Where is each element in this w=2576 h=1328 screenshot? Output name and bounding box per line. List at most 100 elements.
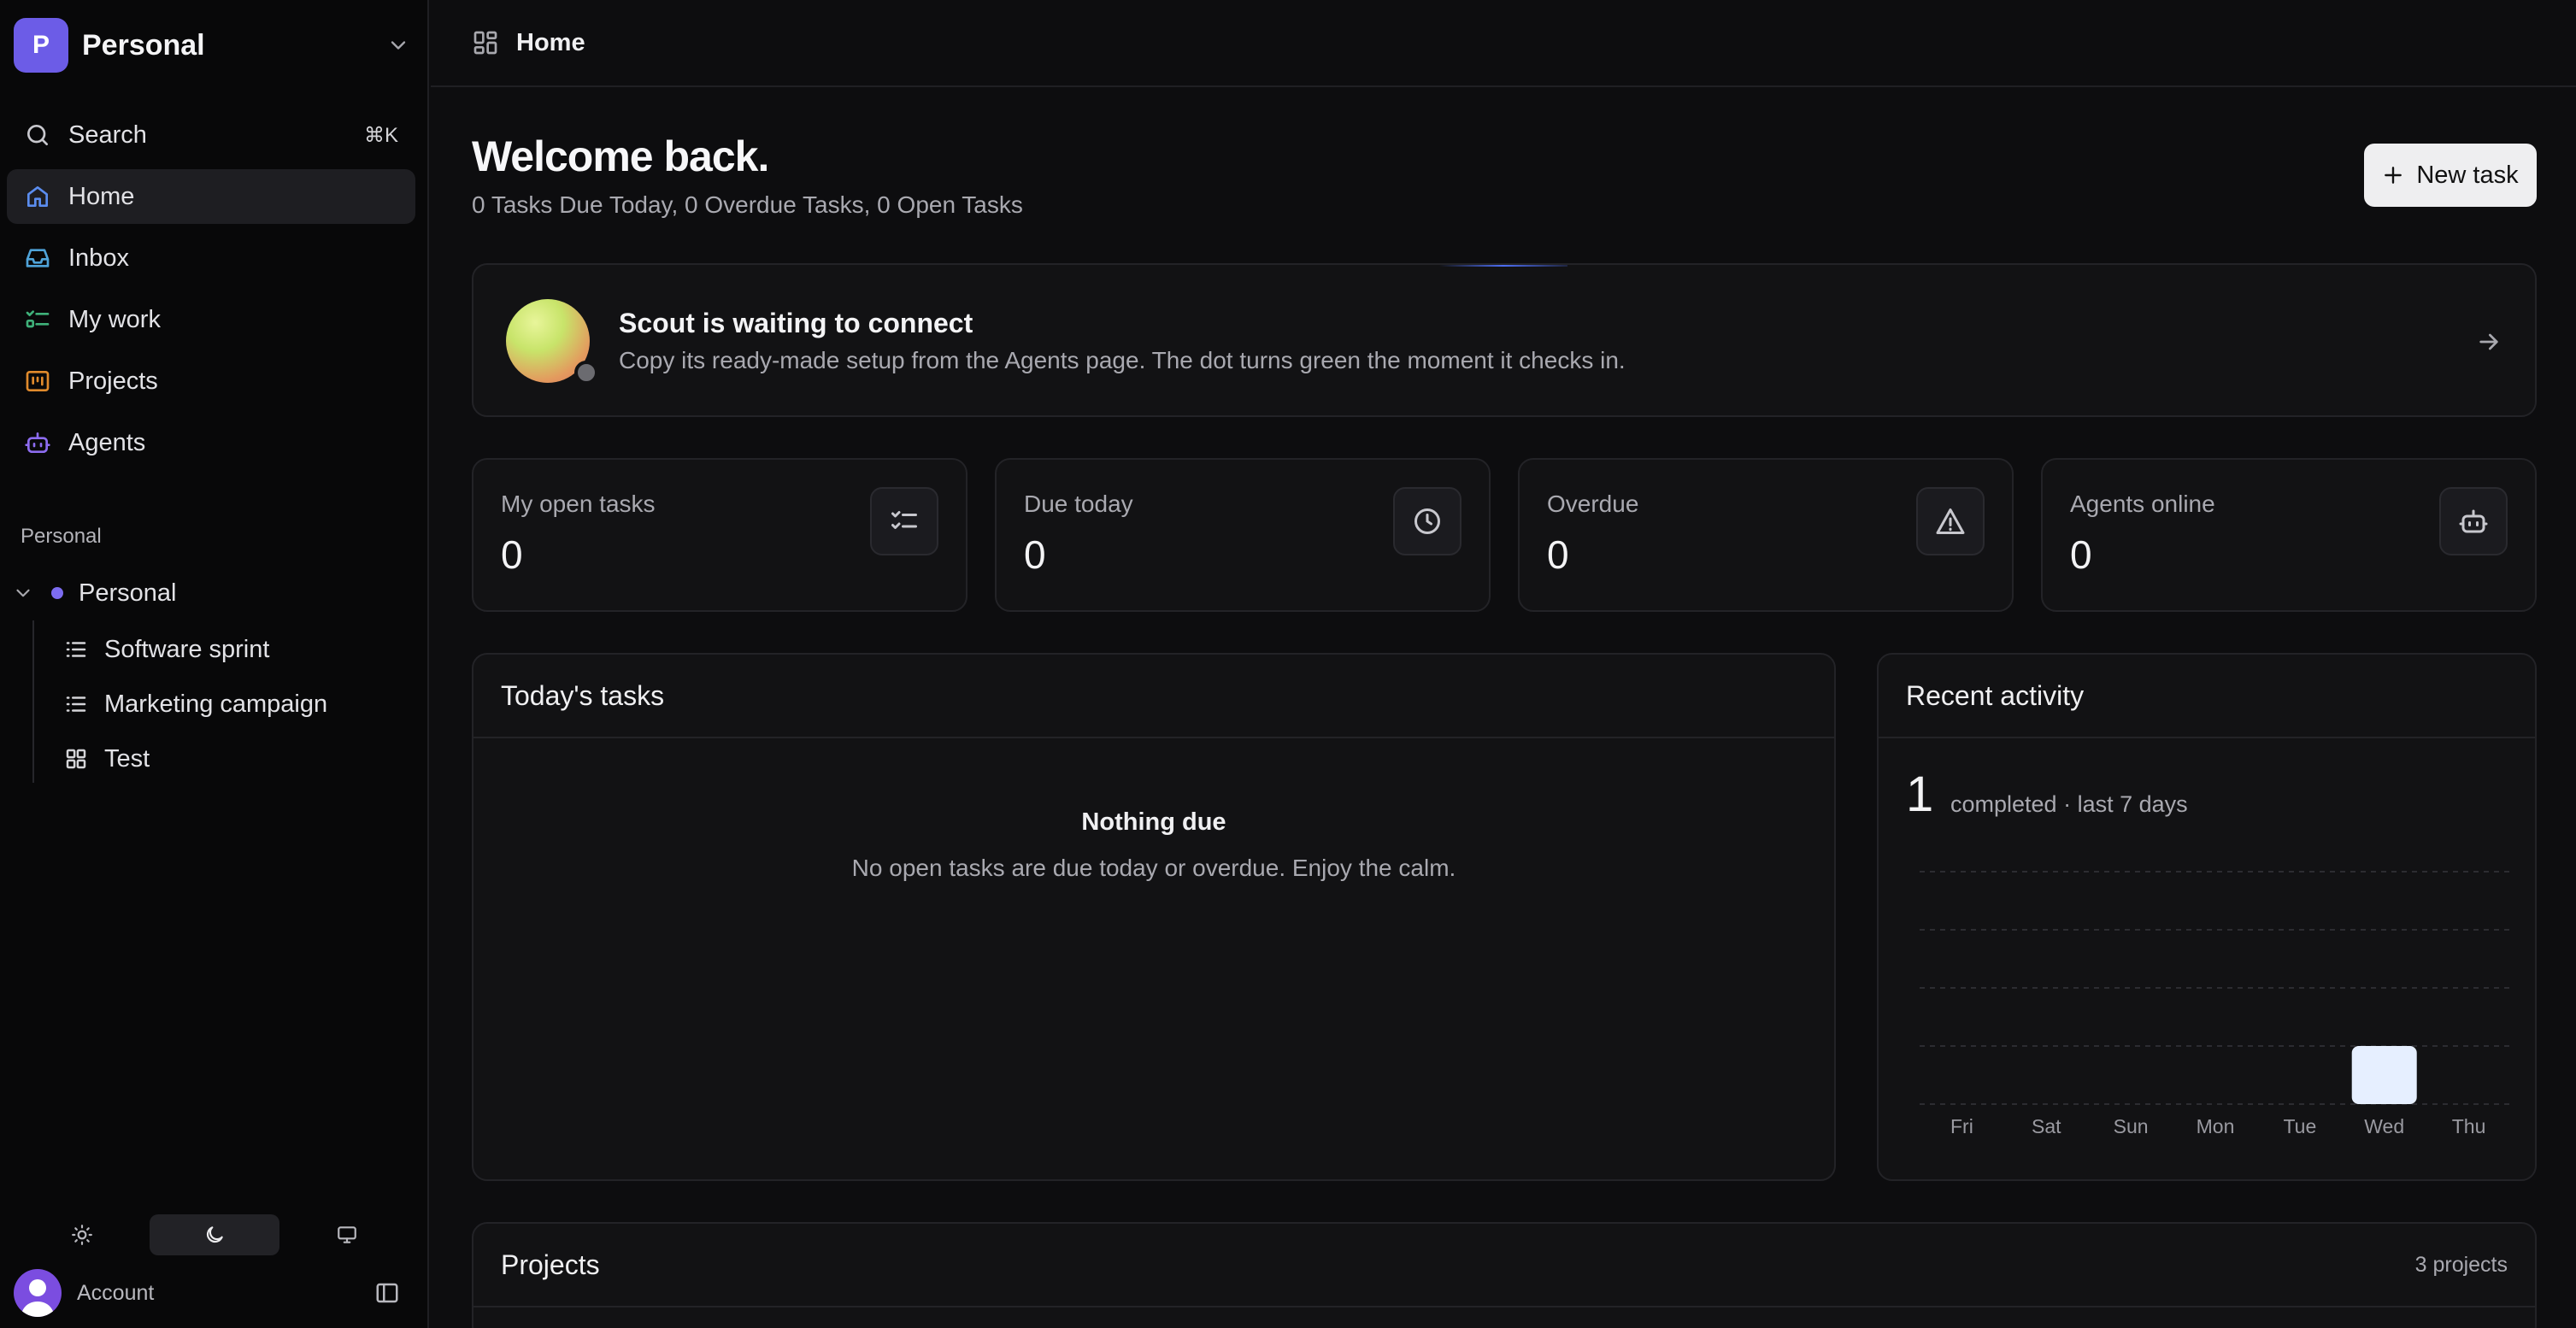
inbox-icon xyxy=(26,249,50,267)
stat-label: Due today xyxy=(1024,491,1133,517)
tree-item-marketing-campaign[interactable]: Marketing campaign xyxy=(63,679,405,730)
user-icon xyxy=(21,1279,55,1317)
nav-item-label: Projects xyxy=(68,367,158,395)
recent-activity-panel: Recent activity 1 completed · last 7 day… xyxy=(1877,653,2537,1181)
checklist-icon xyxy=(26,310,50,328)
scout-title: Scout is waiting to connect xyxy=(619,308,973,338)
workspace-logo: P xyxy=(14,18,68,73)
nav-item-projects[interactable]: Projects xyxy=(7,354,415,408)
robot-icon xyxy=(2459,509,2488,533)
scout-description: Copy its ready-made setup from the Agent… xyxy=(619,347,1626,373)
panel-title: Projects xyxy=(501,1249,600,1280)
workspace-name: Personal xyxy=(82,28,205,62)
page-subtitle: 0 Tasks Due Today, 0 Overdue Tasks, 0 Op… xyxy=(472,191,1023,218)
stat-label: Agents online xyxy=(2070,491,2215,517)
nav-search-label: Search xyxy=(68,120,147,149)
stat-card-agents-online[interactable]: Agents online 0 xyxy=(2041,458,2537,612)
empty-state-description: No open tasks are due today or overdue. … xyxy=(851,855,1456,881)
empty-state-title: Nothing due xyxy=(1081,808,1226,836)
nav-item-my-work[interactable]: My work xyxy=(7,292,415,347)
chevron-down-icon xyxy=(391,41,406,50)
stat-value: 0 xyxy=(2070,532,2092,577)
nav-search[interactable]: Search ⌘K xyxy=(7,108,415,162)
nav-item-label: Home xyxy=(68,182,135,210)
account-menu[interactable]: Account xyxy=(14,1268,409,1318)
search-shortcut: ⌘K xyxy=(363,123,398,147)
stat-card-open-tasks[interactable]: My open tasks 0 xyxy=(472,458,967,612)
clock-icon xyxy=(1414,508,1440,534)
workspace-switcher[interactable]: P Personal xyxy=(14,17,414,73)
stat-card-overdue[interactable]: Overdue 0 xyxy=(1518,458,2014,612)
chart-tick-label: Tue xyxy=(2283,1115,2316,1137)
avatar xyxy=(14,1269,62,1317)
page-title: Welcome back. xyxy=(472,132,769,180)
activity-bar-chart: Fri Sat Sun Mon Tue Wed Thu xyxy=(1920,871,2511,1137)
chart-tick-label: Fri xyxy=(1950,1115,1973,1137)
main-nav: Search ⌘K Home Inbox My work Projects Ag… xyxy=(7,108,415,477)
stat-value: 0 xyxy=(1547,532,1569,577)
completed-count: 1 xyxy=(1906,767,1934,822)
grid-icon xyxy=(66,749,86,769)
list-icon xyxy=(66,642,86,657)
completed-label: completed · last 7 days xyxy=(1950,791,2188,817)
arrow-right-icon xyxy=(2479,333,2498,350)
nav-item-agents[interactable]: Agents xyxy=(7,415,415,470)
chart-tick-label: Sun xyxy=(2114,1115,2149,1137)
kanban-icon xyxy=(26,371,50,391)
chart-tick-label: Mon xyxy=(2197,1115,2235,1137)
nav-item-label: My work xyxy=(68,305,161,333)
tree-item-software-sprint[interactable]: Software sprint xyxy=(63,624,405,675)
section-label: Personal xyxy=(21,525,102,548)
list-icon xyxy=(66,696,86,712)
panel-title: Today's tasks xyxy=(473,655,1834,738)
moon-icon xyxy=(206,1226,223,1243)
chart-bar-wed xyxy=(2351,1046,2417,1104)
chart-tick-label: Wed xyxy=(2364,1115,2404,1137)
stat-icon-box xyxy=(870,487,938,555)
sidebar-toggle-icon[interactable] xyxy=(374,1280,400,1306)
new-task-button[interactable]: New task xyxy=(2364,144,2537,207)
sun-icon xyxy=(72,1225,92,1245)
stat-icon-box xyxy=(2439,487,2508,555)
projects-count: 3 projects xyxy=(2414,1252,2508,1277)
stat-label: My open tasks xyxy=(501,491,656,517)
projects-panel: Projects 3 projects xyxy=(472,1222,2537,1328)
stat-value: 0 xyxy=(501,532,523,577)
search-icon xyxy=(27,125,48,145)
theme-switcher xyxy=(17,1213,412,1256)
theme-system-button[interactable] xyxy=(282,1214,412,1255)
stat-card-due-today[interactable]: Due today 0 xyxy=(995,458,1491,612)
nav-item-home[interactable]: Home xyxy=(7,169,415,224)
tree-item-personal[interactable]: Personal xyxy=(12,567,414,619)
projects-header: Projects 3 projects xyxy=(473,1224,2535,1307)
team-color-dot xyxy=(51,587,63,599)
sidebar: P Personal Search ⌘K Home Inbox My work … xyxy=(0,0,429,1328)
nav-item-label: Inbox xyxy=(68,244,129,272)
tree-guide-line xyxy=(32,620,34,783)
home-icon xyxy=(27,186,48,207)
stat-icon-box xyxy=(1916,487,1985,555)
account-label: Account xyxy=(77,1280,155,1305)
tree-item-label: Software sprint xyxy=(104,635,270,663)
scout-connect-banner[interactable]: Scout is waiting to connect Copy its rea… xyxy=(472,263,2537,417)
stat-icon-box xyxy=(1393,487,1461,555)
theme-light-button[interactable] xyxy=(17,1214,147,1255)
nav-item-label: Agents xyxy=(68,428,146,456)
agent-status-dot xyxy=(574,361,598,385)
new-task-label: New task xyxy=(2416,161,2519,189)
top-bar: Home xyxy=(431,0,2576,87)
banner-glow xyxy=(1439,265,1567,267)
warning-icon xyxy=(1936,508,1965,534)
chevron-down-icon[interactable] xyxy=(12,582,34,604)
checklist-icon xyxy=(891,511,917,529)
breadcrumb: Home xyxy=(516,28,585,56)
tree-item-test[interactable]: Test xyxy=(63,733,405,784)
chart-tick-label: Sat xyxy=(2032,1115,2061,1137)
stat-label: Overdue xyxy=(1547,491,1639,517)
tree-item-label: Marketing campaign xyxy=(104,690,328,718)
tree-root-label: Personal xyxy=(79,579,177,607)
nav-item-inbox[interactable]: Inbox xyxy=(7,231,415,285)
theme-dark-button[interactable] xyxy=(150,1214,279,1255)
monitor-icon xyxy=(338,1226,356,1243)
robot-icon xyxy=(25,432,50,453)
